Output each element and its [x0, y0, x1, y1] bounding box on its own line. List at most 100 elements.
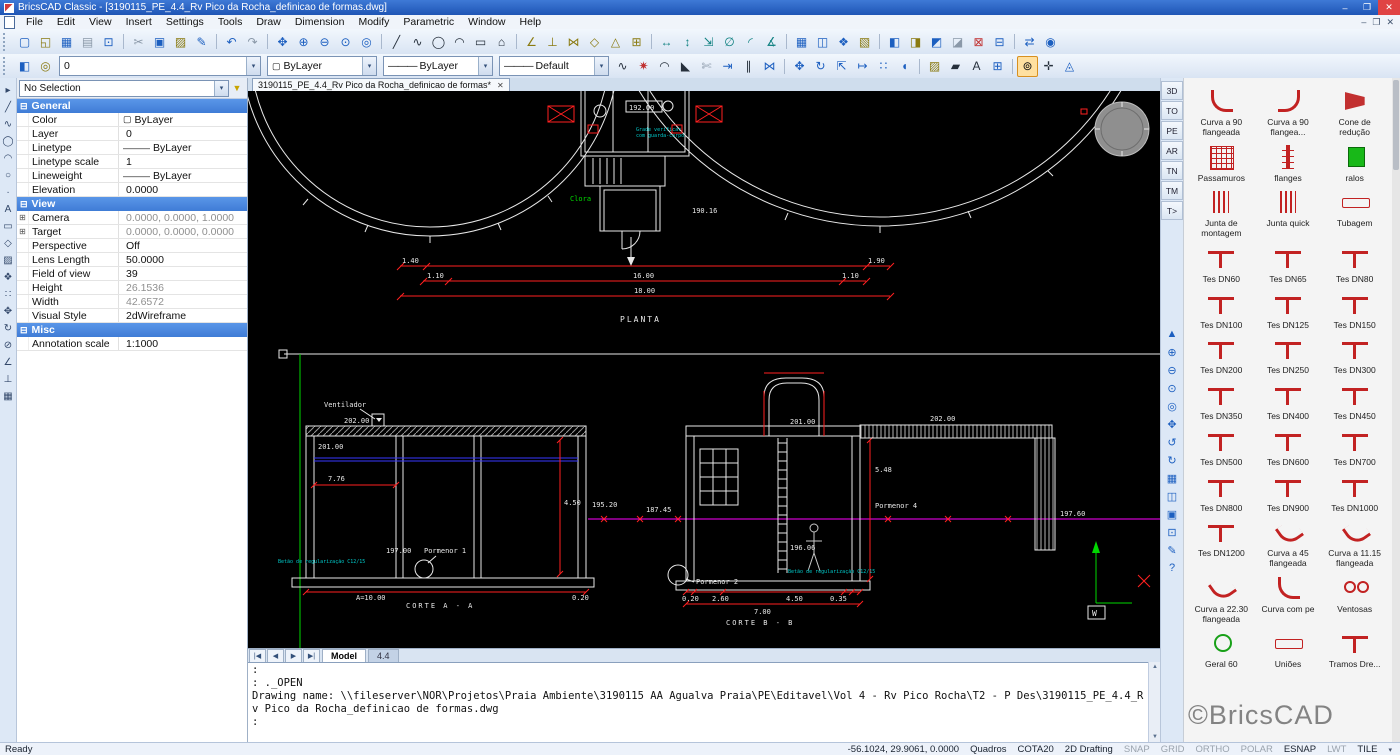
render-button[interactable]: ◉: [1040, 31, 1061, 52]
chamfer-button[interactable]: ◣: [675, 56, 696, 77]
arc-tool[interactable]: ◠: [0, 150, 16, 167]
property-row[interactable]: Annotation scale 1:1000: [17, 337, 247, 351]
zoom-in-button[interactable]: ⊕: [293, 31, 314, 52]
separator[interactable]: [782, 31, 791, 52]
property-row[interactable]: Perspective Off: [17, 239, 247, 253]
section-header-misc[interactable]: ⊟ Misc: [17, 323, 247, 337]
menu-item[interactable]: Dimension: [288, 15, 352, 29]
array-tool[interactable]: ∷: [0, 286, 16, 303]
palette-item[interactable]: Tes DN65: [1255, 243, 1322, 285]
block-tool[interactable]: ❖: [0, 269, 16, 286]
dim-vertical-button[interactable]: ↕: [677, 31, 698, 52]
palette-item[interactable]: flanges: [1255, 142, 1322, 184]
minimize-button[interactable]: –: [1334, 0, 1356, 15]
property-row[interactable]: Lineweight ——— ByLayer: [17, 169, 247, 183]
section-header-view[interactable]: ⊟ View: [17, 197, 247, 211]
palette-item[interactable]: Tes DN500: [1188, 426, 1255, 468]
snap-quadrant-button[interactable]: ◇: [584, 31, 605, 52]
close-icon[interactable]: ✕: [497, 81, 504, 90]
zoom-extents-button[interactable]: ⊙: [335, 31, 356, 52]
property-row[interactable]: Layer 0: [17, 127, 247, 141]
point-tool[interactable]: ∙: [0, 184, 16, 201]
toolbar-group-button[interactable]: PE: [1161, 121, 1183, 140]
zoom-window-button[interactable]: ◎: [356, 31, 377, 52]
status-toggle[interactable]: Quadros: [970, 744, 1006, 755]
grid-icon[interactable]: ▦: [1162, 469, 1182, 487]
layout-nav-button[interactable]: ◀: [267, 649, 284, 663]
property-row[interactable]: ⊞ Camera 0.0000, 0.0000, 1.0000: [17, 211, 247, 225]
palette-item[interactable]: ralos: [1321, 142, 1388, 184]
status-toggle[interactable]: LWT: [1327, 744, 1346, 755]
palette-item[interactable]: Tes DN600: [1255, 426, 1322, 468]
palette-item[interactable]: Tes DN125: [1255, 289, 1322, 331]
palette-item[interactable]: Tes DN700: [1321, 426, 1388, 468]
separator[interactable]: [512, 31, 521, 52]
palette-item[interactable]: Tes DN250: [1255, 334, 1322, 376]
status-toggle[interactable]: 2D Drafting: [1065, 744, 1113, 755]
view-back-icon[interactable]: ↺: [1162, 433, 1182, 451]
lineweight-combo[interactable]: ——— Default ▾: [499, 56, 609, 76]
extend-button[interactable]: ⇥: [717, 56, 738, 77]
selection-dropdown[interactable]: No Selection ▾: [19, 79, 229, 97]
zoom-out-button[interactable]: ⊖: [314, 31, 335, 52]
layer-explorer-button[interactable]: ◧: [14, 56, 35, 77]
polyline-tool[interactable]: ∿: [0, 116, 16, 133]
copy-button[interactable]: ▣: [149, 31, 170, 52]
palette-item[interactable]: Tes DN60: [1188, 243, 1255, 285]
palette-item[interactable]: Tes DN100: [1188, 289, 1255, 331]
mdi-window-button[interactable]: ❐: [1372, 17, 1380, 28]
layer-states-button[interactable]: ◫: [812, 31, 833, 52]
filter-button[interactable]: ▼: [229, 83, 245, 93]
palette-item[interactable]: Ventosas: [1321, 573, 1388, 625]
scrollbar-thumb[interactable]: [1393, 80, 1399, 170]
rotate-tool[interactable]: ↻: [0, 320, 16, 337]
property-row[interactable]: Linetype scale 1: [17, 155, 247, 169]
status-toggle[interactable]: ESNAP: [1284, 744, 1316, 755]
redo-button[interactable]: ↷: [242, 31, 263, 52]
hatch-button[interactable]: ▨: [924, 56, 945, 77]
property-row[interactable]: Height 26.1536: [17, 281, 247, 295]
help-icon[interactable]: ?: [1162, 559, 1182, 577]
toolbar-group-button[interactable]: TM: [1161, 181, 1183, 200]
insert-block-button[interactable]: ❖: [833, 31, 854, 52]
palette-item[interactable]: Curva a 90 flangea...: [1255, 86, 1322, 138]
palette-item[interactable]: Passamuros: [1188, 142, 1255, 184]
mdi-window-button[interactable]: ✕: [1386, 17, 1394, 28]
text-tool[interactable]: A: [0, 201, 16, 218]
dimension-tool[interactable]: ∠: [0, 354, 16, 371]
separator[interactable]: [915, 56, 924, 77]
separator[interactable]: [377, 31, 386, 52]
move-button[interactable]: ✥: [789, 56, 810, 77]
print-button[interactable]: ▤: [77, 31, 98, 52]
layout-nav-button[interactable]: ▶|: [303, 649, 320, 663]
stretch-button[interactable]: ↦: [852, 56, 873, 77]
status-menu-icon[interactable]: ▾: [1388, 746, 1392, 754]
offset-button[interactable]: ∥: [738, 56, 759, 77]
layout-nav-button[interactable]: |◀: [249, 649, 266, 663]
palette-item[interactable]: Uniões: [1255, 628, 1322, 670]
open-button[interactable]: ◱: [35, 31, 56, 52]
palette-item[interactable]: Tramos Dre...: [1321, 628, 1388, 670]
section-header-general[interactable]: ⊟ General: [17, 99, 247, 113]
fillet-button[interactable]: ◠: [654, 56, 675, 77]
render-icon[interactable]: ▣: [1162, 505, 1182, 523]
rotate-button[interactable]: ↻: [810, 56, 831, 77]
palette-scrollbar[interactable]: [1392, 78, 1400, 742]
palette-item[interactable]: Tubagem: [1321, 187, 1388, 239]
color-combo[interactable]: ▢ ByLayer ▾: [267, 56, 377, 76]
line-tool[interactable]: ╱: [0, 99, 16, 116]
property-row[interactable]: Width 42.6572: [17, 295, 247, 309]
status-toggle[interactable]: SNAP: [1124, 744, 1150, 755]
property-row[interactable]: Visual Style 2dWireframe: [17, 309, 247, 323]
menu-item[interactable]: Edit: [50, 15, 82, 29]
polygon-button[interactable]: ⌂: [491, 31, 512, 52]
palette-item[interactable]: Tes DN800: [1188, 472, 1255, 514]
hatch-tool[interactable]: ▨: [0, 252, 16, 269]
snap-perpendicular-button[interactable]: ⊥: [542, 31, 563, 52]
palette-item[interactable]: Curva a 22.30 flangeada: [1188, 573, 1255, 625]
zoom-window-icon[interactable]: ◎: [1162, 397, 1182, 415]
zoom-extents-icon[interactable]: ⊙: [1162, 379, 1182, 397]
menu-item[interactable]: View: [82, 15, 119, 29]
status-toggle[interactable]: GRID: [1161, 744, 1185, 755]
palette-item[interactable]: Tes DN450: [1321, 380, 1388, 422]
